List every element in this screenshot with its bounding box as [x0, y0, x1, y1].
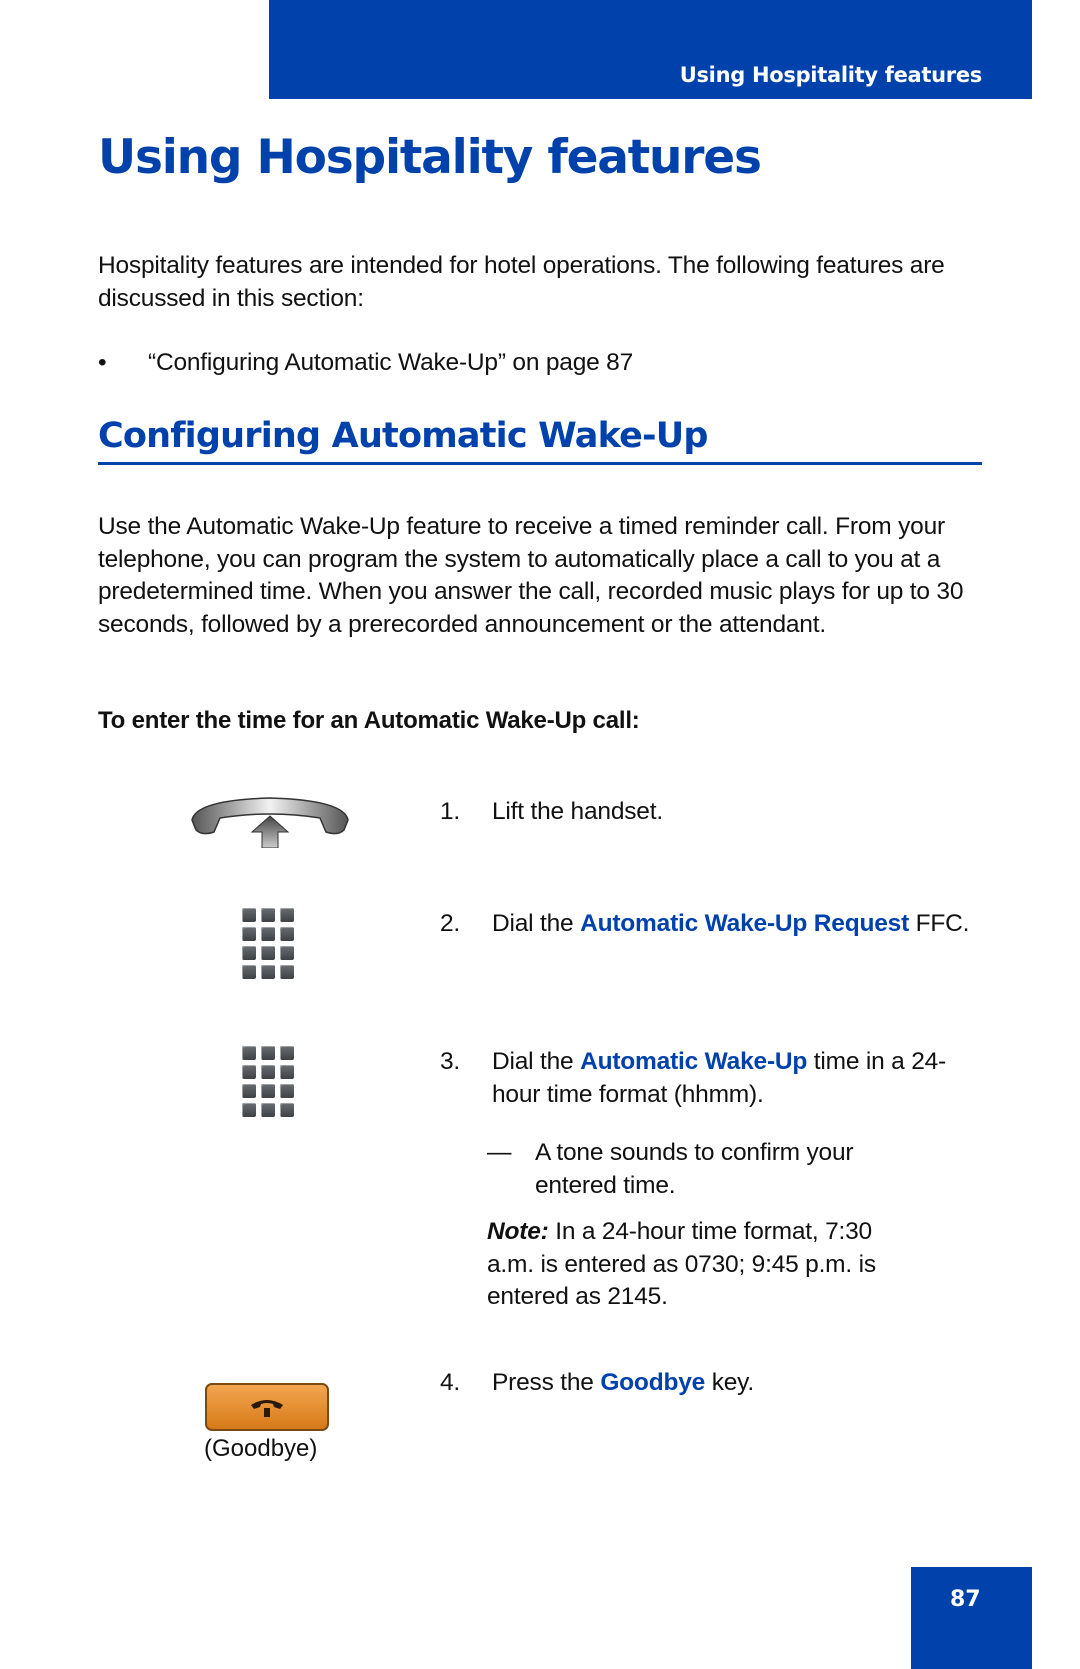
- step-number: 1.: [440, 798, 461, 825]
- dialpad-icon: [242, 908, 294, 980]
- subitem-text: A tone sounds to confirm your entered ti…: [535, 1139, 854, 1199]
- step-text: Dial the Automatic Wake-Up time in a 24-…: [492, 1046, 962, 1111]
- page-number-box: 87: [911, 1567, 1032, 1669]
- bullet-marker: •: [98, 349, 107, 376]
- goodbye-key-icon: [205, 1383, 329, 1431]
- step-text-pre: Dial the: [492, 910, 581, 937]
- section-heading: Configuring Automatic Wake-Up: [98, 416, 982, 465]
- ffc-name: Automatic Wake-Up Request: [580, 910, 910, 937]
- step-number: 3.: [440, 1048, 461, 1075]
- hang-up-icon: [251, 1400, 283, 1417]
- step-text-post: FFC.: [909, 910, 970, 937]
- step-2: 2. Dial the Automatic Wake-Up Request FF…: [440, 908, 972, 941]
- step-text-pre: Press the: [492, 1369, 601, 1396]
- step-1: 1. Lift the handset.: [440, 796, 972, 829]
- goodbye-caption: (Goodbye): [204, 1435, 318, 1462]
- section-description: Use the Automatic Wake-Up feature to rec…: [98, 513, 964, 638]
- step-3-subitem: — A tone sounds to confirm your entered …: [487, 1137, 915, 1202]
- procedure-heading: To enter the time for an Automatic Wake-…: [98, 707, 640, 734]
- toc-link[interactable]: “Configuring Automatic Wake-Up” on page …: [148, 347, 633, 380]
- page-title: Using Hospitality features: [98, 130, 762, 185]
- running-title: Using Hospitality features: [679, 63, 983, 87]
- intro-paragraph: Hospitality features are intended for ho…: [98, 252, 945, 312]
- handset-lift-icon: [191, 797, 349, 848]
- key-name: Goodbye: [600, 1369, 706, 1396]
- header-band: Using Hospitality features: [269, 0, 1032, 99]
- step-number: 4.: [440, 1369, 461, 1396]
- step-text-post: key.: [705, 1369, 755, 1396]
- step-text: Dial the Automatic Wake-Up Request FFC.: [492, 908, 972, 941]
- step-text-pre: Dial the: [492, 1048, 581, 1075]
- note-label: Note:: [487, 1218, 549, 1245]
- dash-marker: —: [487, 1139, 512, 1166]
- step-4: 4. Press the Goodbye key.: [440, 1367, 972, 1400]
- step-text: Lift the handset.: [492, 796, 972, 829]
- feature-name: Automatic Wake-Up: [580, 1048, 808, 1075]
- step-number: 2.: [440, 910, 461, 937]
- page-number: 87: [950, 1587, 981, 1612]
- step-3: 3. Dial the Automatic Wake-Up time in a …: [440, 1046, 962, 1111]
- note: Note: In a 24-hour time format, 7:30 a.m…: [487, 1216, 907, 1314]
- step-text-pre: Lift the handset.: [492, 798, 663, 825]
- toc-bullet: • “Configuring Automatic Wake-Up” on pag…: [98, 347, 633, 380]
- step-text: Press the Goodbye key.: [492, 1367, 972, 1400]
- dialpad-icon: [242, 1046, 294, 1118]
